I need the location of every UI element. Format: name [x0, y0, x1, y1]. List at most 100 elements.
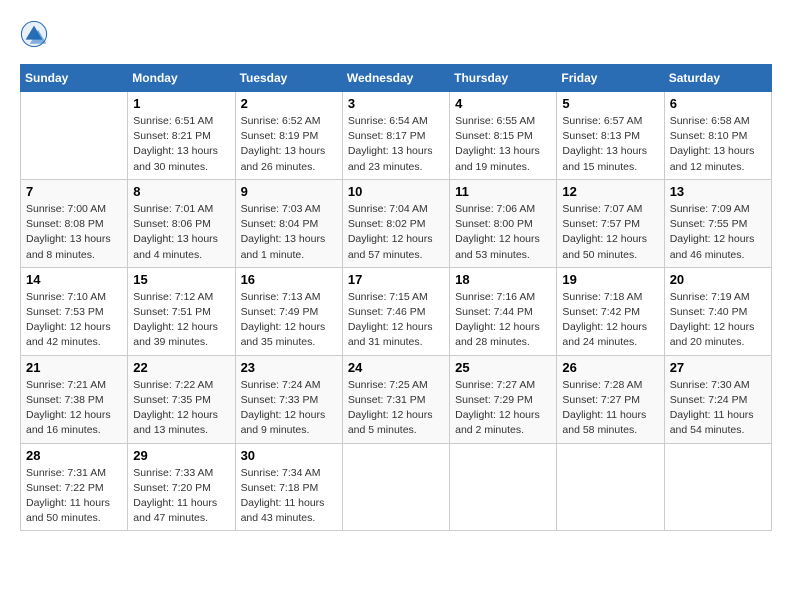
- col-header-monday: Monday: [128, 65, 235, 92]
- calendar-cell: 23Sunrise: 7:24 AM Sunset: 7:33 PM Dayli…: [235, 355, 342, 443]
- calendar-cell: 14Sunrise: 7:10 AM Sunset: 7:53 PM Dayli…: [21, 267, 128, 355]
- day-detail: Sunrise: 7:04 AM Sunset: 8:02 PM Dayligh…: [348, 202, 444, 263]
- day-number: 27: [670, 360, 766, 375]
- calendar-cell: [21, 92, 128, 180]
- calendar-cell: 29 Sunrise: 7:33 AM Sunset: 7:20 PM Dayli…: [128, 443, 235, 531]
- calendar-cell: [557, 443, 664, 531]
- day-detail: Sunrise: 7:01 AM Sunset: 8:06 PM Dayligh…: [133, 202, 229, 263]
- day-number: 28: [26, 448, 122, 463]
- calendar-cell: 16 Sunrise: 7:13 AM Sunset: 7:49 PM Dayli…: [235, 267, 342, 355]
- day-detail: Sunrise: 7:24 AM Sunset: 7:33 PM Dayligh…: [241, 378, 337, 439]
- calendar-cell: [450, 443, 557, 531]
- calendar-cell: 9Sunrise: 7:03 AM Sunset: 8:04 PM Daylig…: [235, 179, 342, 267]
- week-row-5: 28Sunrise: 7:31 AM Sunset: 7:22 PM Dayli…: [21, 443, 772, 531]
- day-detail: Sunrise: 7:34 AM Sunset: 7:18 PM Dayligh…: [241, 466, 337, 527]
- day-detail: Sunrise: 7:09 AM Sunset: 7:55 PM Dayligh…: [670, 202, 766, 263]
- day-number: 21: [26, 360, 122, 375]
- day-number: 30: [241, 448, 337, 463]
- calendar-cell: 7 Sunrise: 7:00 AM Sunset: 8:08 PM Daylig…: [21, 179, 128, 267]
- day-number: 10: [348, 184, 444, 199]
- day-number: 16: [241, 272, 337, 287]
- day-number: 18: [455, 272, 551, 287]
- calendar-cell: [664, 443, 771, 531]
- day-number: 12: [562, 184, 658, 199]
- day-number: 13: [670, 184, 766, 199]
- calendar-cell: 17 Sunrise: 7:15 AM Sunset: 7:46 PM Dayli…: [342, 267, 449, 355]
- day-detail: Sunrise: 7:13 AM Sunset: 7:49 PM Dayligh…: [241, 290, 337, 351]
- day-detail: Sunrise: 7:06 AM Sunset: 8:00 PM Dayligh…: [455, 202, 551, 263]
- calendar-cell: 3 Sunrise: 6:54 AM Sunset: 8:17 PM Daylig…: [342, 92, 449, 180]
- day-detail: Sunrise: 7:21 AM Sunset: 7:38 PM Dayligh…: [26, 378, 122, 439]
- col-header-friday: Friday: [557, 65, 664, 92]
- calendar-cell: 8Sunrise: 7:01 AM Sunset: 8:06 PM Daylig…: [128, 179, 235, 267]
- day-detail: Sunrise: 7:19 AM Sunset: 7:40 PM Dayligh…: [670, 290, 766, 351]
- calendar-cell: 18 Sunrise: 7:16 AM Sunset: 7:44 PM Dayli…: [450, 267, 557, 355]
- col-header-wednesday: Wednesday: [342, 65, 449, 92]
- week-row-1: 1Sunrise: 6:51 AM Sunset: 8:21 PM Daylig…: [21, 92, 772, 180]
- col-header-sunday: Sunday: [21, 65, 128, 92]
- calendar-cell: 24 Sunrise: 7:25 AM Sunset: 7:31 PM Dayli…: [342, 355, 449, 443]
- calendar-cell: 6 Sunrise: 6:58 AM Sunset: 8:10 PM Daylig…: [664, 92, 771, 180]
- calendar-cell: 27Sunrise: 7:30 AM Sunset: 7:24 PM Dayli…: [664, 355, 771, 443]
- column-headers: SundayMondayTuesdayWednesdayThursdayFrid…: [21, 65, 772, 92]
- day-number: 17: [348, 272, 444, 287]
- calendar-cell: 21 Sunrise: 7:21 AM Sunset: 7:38 PM Dayli…: [21, 355, 128, 443]
- day-number: 11: [455, 184, 551, 199]
- calendar-cell: 11 Sunrise: 7:06 AM Sunset: 8:00 PM Dayli…: [450, 179, 557, 267]
- calendar-cell: 4 Sunrise: 6:55 AM Sunset: 8:15 PM Daylig…: [450, 92, 557, 180]
- calendar-cell: 1Sunrise: 6:51 AM Sunset: 8:21 PM Daylig…: [128, 92, 235, 180]
- week-row-4: 21 Sunrise: 7:21 AM Sunset: 7:38 PM Dayli…: [21, 355, 772, 443]
- col-header-saturday: Saturday: [664, 65, 771, 92]
- day-number: 20: [670, 272, 766, 287]
- calendar-cell: 19 Sunrise: 7:18 AM Sunset: 7:42 PM Dayli…: [557, 267, 664, 355]
- day-number: 2: [241, 96, 337, 111]
- day-number: 22: [133, 360, 229, 375]
- calendar-cell: 28Sunrise: 7:31 AM Sunset: 7:22 PM Dayli…: [21, 443, 128, 531]
- day-number: 19: [562, 272, 658, 287]
- day-detail: Sunrise: 7:12 AM Sunset: 7:51 PM Dayligh…: [133, 290, 229, 351]
- day-detail: Sunrise: 6:51 AM Sunset: 8:21 PM Dayligh…: [133, 114, 229, 175]
- day-detail: Sunrise: 7:27 AM Sunset: 7:29 PM Dayligh…: [455, 378, 551, 439]
- calendar-cell: 12Sunrise: 7:07 AM Sunset: 7:57 PM Dayli…: [557, 179, 664, 267]
- calendar-cell: 15 Sunrise: 7:12 AM Sunset: 7:51 PM Dayli…: [128, 267, 235, 355]
- day-detail: Sunrise: 7:22 AM Sunset: 7:35 PM Dayligh…: [133, 378, 229, 439]
- day-number: 4: [455, 96, 551, 111]
- calendar-cell: 26Sunrise: 7:28 AM Sunset: 7:27 PM Dayli…: [557, 355, 664, 443]
- day-detail: Sunrise: 7:18 AM Sunset: 7:42 PM Dayligh…: [562, 290, 658, 351]
- calendar-table: SundayMondayTuesdayWednesdayThursdayFrid…: [20, 64, 772, 531]
- day-detail: Sunrise: 7:15 AM Sunset: 7:46 PM Dayligh…: [348, 290, 444, 351]
- day-number: 9: [241, 184, 337, 199]
- day-detail: Sunrise: 6:57 AM Sunset: 8:13 PM Dayligh…: [562, 114, 658, 175]
- page-header: [20, 20, 772, 48]
- day-number: 5: [562, 96, 658, 111]
- day-detail: Sunrise: 6:55 AM Sunset: 8:15 PM Dayligh…: [455, 114, 551, 175]
- day-detail: Sunrise: 7:25 AM Sunset: 7:31 PM Dayligh…: [348, 378, 444, 439]
- day-detail: Sunrise: 7:28 AM Sunset: 7:27 PM Dayligh…: [562, 378, 658, 439]
- day-number: 29: [133, 448, 229, 463]
- calendar-cell: 13 Sunrise: 7:09 AM Sunset: 7:55 PM Dayli…: [664, 179, 771, 267]
- day-number: 6: [670, 96, 766, 111]
- calendar-cell: 2 Sunrise: 6:52 AM Sunset: 8:19 PM Daylig…: [235, 92, 342, 180]
- day-detail: Sunrise: 6:58 AM Sunset: 8:10 PM Dayligh…: [670, 114, 766, 175]
- calendar-cell: 10 Sunrise: 7:04 AM Sunset: 8:02 PM Dayli…: [342, 179, 449, 267]
- day-number: 3: [348, 96, 444, 111]
- col-header-tuesday: Tuesday: [235, 65, 342, 92]
- calendar-cell: 22 Sunrise: 7:22 AM Sunset: 7:35 PM Dayli…: [128, 355, 235, 443]
- calendar-cell: 20 Sunrise: 7:19 AM Sunset: 7:40 PM Dayli…: [664, 267, 771, 355]
- day-number: 14: [26, 272, 122, 287]
- logo-icon: [20, 20, 48, 48]
- day-detail: Sunrise: 7:00 AM Sunset: 8:08 PM Dayligh…: [26, 202, 122, 263]
- day-number: 24: [348, 360, 444, 375]
- day-detail: Sunrise: 6:54 AM Sunset: 8:17 PM Dayligh…: [348, 114, 444, 175]
- day-detail: Sunrise: 6:52 AM Sunset: 8:19 PM Dayligh…: [241, 114, 337, 175]
- day-number: 25: [455, 360, 551, 375]
- week-row-2: 7 Sunrise: 7:00 AM Sunset: 8:08 PM Daylig…: [21, 179, 772, 267]
- calendar-cell: 30 Sunrise: 7:34 AM Sunset: 7:18 PM Dayli…: [235, 443, 342, 531]
- col-header-thursday: Thursday: [450, 65, 557, 92]
- day-number: 7: [26, 184, 122, 199]
- day-detail: Sunrise: 7:16 AM Sunset: 7:44 PM Dayligh…: [455, 290, 551, 351]
- calendar-cell: 5 Sunrise: 6:57 AM Sunset: 8:13 PM Daylig…: [557, 92, 664, 180]
- day-number: 15: [133, 272, 229, 287]
- week-row-3: 14Sunrise: 7:10 AM Sunset: 7:53 PM Dayli…: [21, 267, 772, 355]
- day-detail: Sunrise: 7:33 AM Sunset: 7:20 PM Dayligh…: [133, 466, 229, 527]
